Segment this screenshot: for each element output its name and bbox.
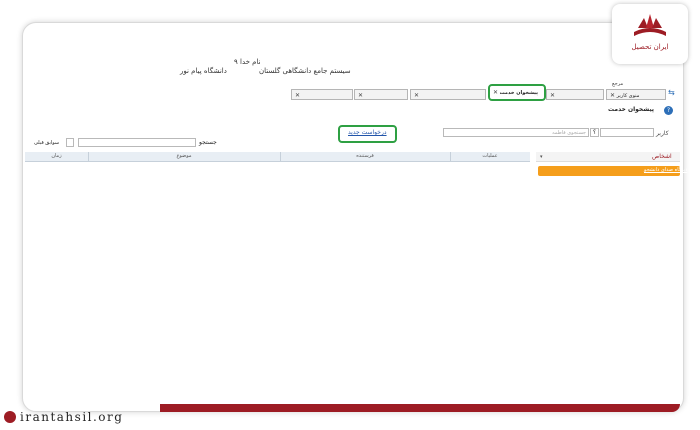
chevron-down-icon[interactable]: ▾: [540, 154, 543, 160]
side-item-label[interactable]: دیدگاه صدای دانشجو: [644, 167, 687, 173]
close-icon[interactable]: ✕: [414, 92, 419, 99]
tab-service-counter[interactable]: ✕ پیشخوان خدمت: [488, 84, 546, 101]
side-section-label: اشخاص: [652, 153, 672, 160]
close-icon[interactable]: ✕: [295, 92, 300, 99]
column-header: زمان: [51, 153, 62, 159]
page-title: پیشخوان خدمت: [608, 106, 655, 113]
history-checkbox[interactable]: [66, 138, 74, 147]
close-icon[interactable]: ✕: [550, 92, 555, 99]
system-name: سیستم جامع دانشگاهی گلستان: [259, 67, 351, 75]
greeting-text: ۹ نام خدا: [234, 58, 261, 66]
tabs-caption: مرجع: [612, 81, 624, 87]
search-label: جستجو: [199, 139, 217, 146]
user-label: کاربر: [656, 130, 669, 137]
site-url: irantahsil.org: [20, 410, 124, 424]
globe-icon: [4, 411, 16, 423]
column-header: عملیات: [482, 153, 498, 159]
app-frame: [22, 22, 684, 412]
history-label: سوابق قبلی: [34, 140, 60, 146]
user-code-input[interactable]: [600, 128, 654, 137]
tab-blank-2[interactable]: ✕: [410, 89, 486, 100]
tab-user-menu[interactable]: ✕ منوی کاربر: [606, 89, 666, 100]
tab-blank-3[interactable]: ✕: [354, 89, 408, 100]
help-button[interactable]: ؟: [590, 128, 599, 137]
column-header: فرستنده: [356, 153, 374, 159]
close-icon[interactable]: ✕: [493, 89, 498, 96]
brand-logo: ایران تحصیل: [612, 4, 688, 64]
scroll-tabs-icon[interactable]: ⇆: [668, 88, 675, 97]
close-icon[interactable]: ✕: [358, 92, 363, 99]
user-search-input[interactable]: جستجوی فاطمه: [443, 128, 589, 137]
column-header: موضوع: [176, 153, 192, 159]
frame-accent-bar: [160, 404, 680, 412]
tab-blank-1[interactable]: ✕: [546, 89, 604, 100]
university-name: دانشگاه پیام نور: [180, 67, 227, 75]
close-icon[interactable]: ✕: [610, 92, 615, 99]
request-new-link[interactable]: درخواست جدید: [348, 129, 387, 136]
tab-blank-4[interactable]: ✕: [291, 89, 353, 100]
question-icon[interactable]: ?: [664, 106, 673, 115]
search-input[interactable]: [78, 138, 196, 147]
logo-text: ایران تحصیل: [631, 43, 669, 51]
book-logo-icon: [634, 14, 666, 36]
